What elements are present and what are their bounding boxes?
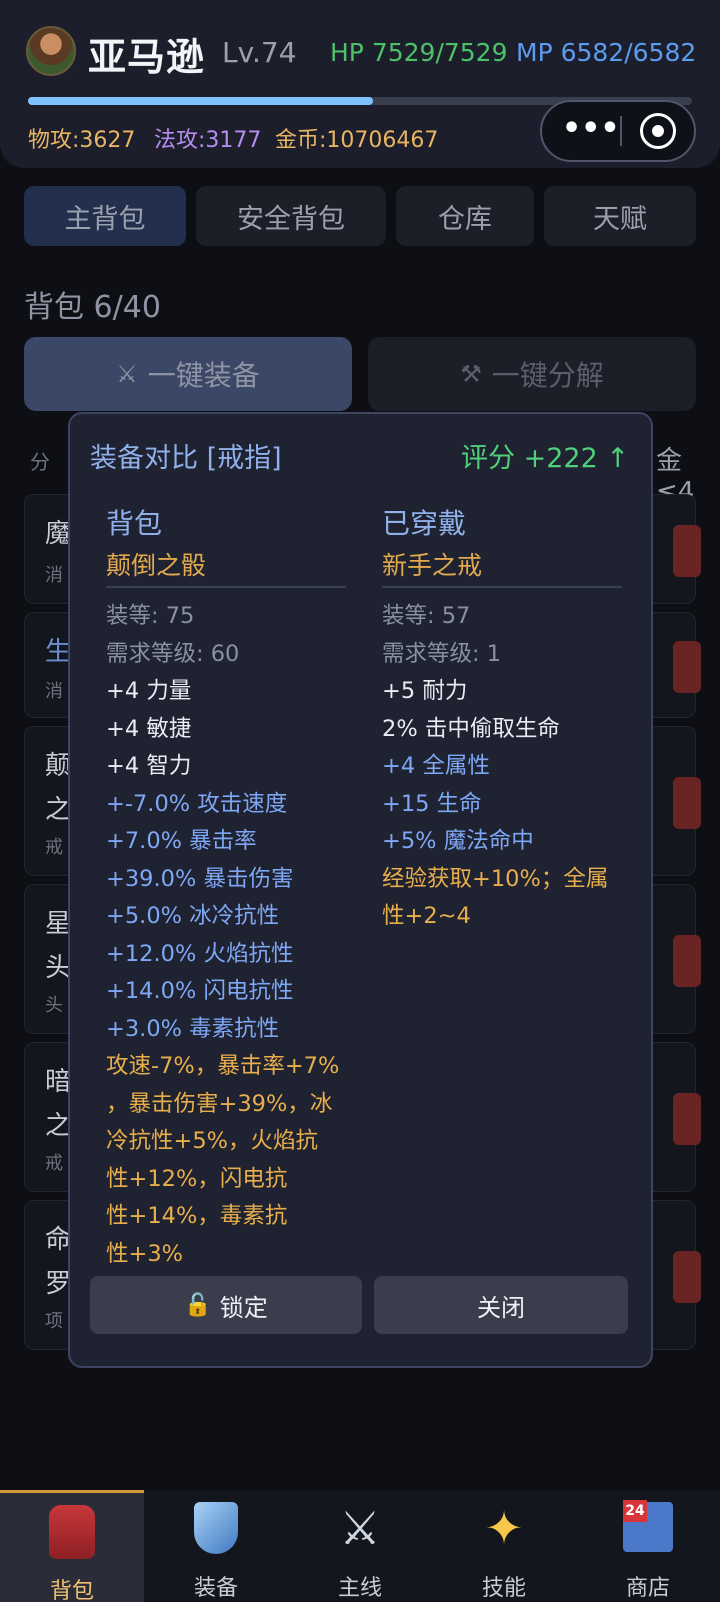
stat-line: +5% 魔法命中: [382, 828, 534, 854]
tab-safe-bag[interactable]: 安全背包: [196, 186, 386, 246]
stat-line: +4 智力: [106, 753, 192, 779]
magic-attack-stat: 法攻:3177: [154, 128, 262, 153]
item-type: 消: [45, 565, 63, 586]
stat-line: +5 耐力: [382, 678, 468, 704]
nav-item-shop[interactable]: 商店: [576, 1490, 720, 1602]
stat-line: 需求等级: 1: [382, 640, 502, 667]
stat-line: +15 生命: [382, 790, 482, 817]
dismantle-all-button[interactable]: ⚒ 一键分解: [368, 337, 696, 411]
player-level: Lv.74: [222, 36, 297, 69]
bag-item-column: 背包 颠倒之骰 装等: 75 需求等级: 60 +4 力量 +4 敏捷 +4 智力 +-7…: [106, 502, 346, 1273]
item-type: 戒: [45, 1153, 63, 1174]
stat-line: 冷抗性+5%，火焰抗: [106, 1128, 319, 1154]
player-name: 亚马逊: [88, 35, 206, 79]
nav-label: 主线: [337, 1576, 382, 1601]
stat-line: +7.0% 暴击率: [106, 828, 257, 854]
score-delta: 评分 +222 ↑: [461, 443, 629, 474]
stat-line: 装等: 57: [382, 603, 471, 629]
equipped-item-column: 已穿戴 新手之戒 装等: 57 需求等级: 1 +5 耐力 2% 击中偷取生命 +4 全…: [382, 502, 622, 936]
shield-icon: [194, 1502, 238, 1554]
equipped-item-name: 新手之戒: [382, 551, 483, 580]
lock-label: 锁定: [219, 1293, 268, 1322]
item-type: 戒: [45, 837, 63, 858]
item-action-button[interactable]: [673, 777, 701, 829]
stat-line: 攻速-7%，暴击率+7%: [106, 1053, 340, 1079]
tab-main-bag[interactable]: 主背包: [24, 186, 186, 246]
stat-line: +39.0% 暴击伤害: [106, 865, 294, 892]
item-type: 项: [45, 1311, 63, 1332]
nav-label: 装备: [193, 1576, 238, 1601]
tab-warehouse[interactable]: 仓库: [396, 186, 534, 246]
nav-label: 背包: [49, 1579, 94, 1602]
stat-line: 2% 击中偷取生命: [382, 715, 560, 742]
miniapp-capsule: •••: [540, 100, 696, 162]
shop-icon: [623, 1500, 673, 1552]
item-action-button[interactable]: [673, 1251, 701, 1303]
equipment-compare-modal: 装备对比 [戒指] 评分 +222 ↑ 背包 颠倒之骰 装等: 75 需求等级: …: [68, 412, 653, 1368]
item-action-button[interactable]: [673, 1093, 701, 1145]
divider: [106, 586, 346, 588]
nav-item-equipment[interactable]: 装备: [144, 1490, 288, 1602]
stat-line: ，暴击伤害+39%，冰: [106, 1090, 333, 1117]
stat-line: 性+14%，毒素抗: [106, 1203, 288, 1229]
nav-item-skills[interactable]: ✦ 技能: [432, 1490, 576, 1602]
divider: [382, 586, 622, 588]
nav-item-main-quest[interactable]: ⚔ 主线: [288, 1490, 432, 1602]
backpack-icon: [49, 1505, 95, 1559]
bag-item-stats: 装等: 75 需求等级: 60 +4 力量 +4 敏捷 +4 智力 +-7.0% 攻击速度…: [106, 598, 346, 1273]
target-icon[interactable]: [640, 113, 676, 149]
exp-bar-fill: [28, 97, 374, 105]
bag-column-heading: 背包: [106, 507, 163, 540]
equip-all-button[interactable]: ⚔ 一键装备: [24, 337, 352, 411]
player-header: 亚马逊 Lv.74 HP 7529/7529 MP 6582/6582 物攻:3…: [0, 0, 720, 168]
physical-attack-stat: 物攻:3627: [28, 128, 136, 153]
equipped-column-heading: 已穿戴: [382, 507, 467, 540]
lock-button[interactable]: 🔓 锁定: [90, 1276, 362, 1334]
mp-readout: MP 6582/6582: [516, 38, 697, 67]
stat-line: 经验获取+10%；全属: [382, 865, 609, 892]
item-type: 消: [45, 681, 63, 702]
stat-line: +4 敏捷: [106, 715, 192, 742]
nav-label: 商店: [625, 1576, 670, 1601]
item-type: 头: [45, 995, 63, 1016]
crossed-swords-icon: ⚔: [339, 1501, 381, 1555]
lock-icon: 🔓: [184, 1292, 212, 1318]
stat-line: 装等: 75: [106, 603, 195, 629]
stat-line: +-7.0% 攻击速度: [106, 790, 288, 817]
nav-item-bag[interactable]: 背包: [0, 1490, 144, 1602]
stat-line: +4 全属性: [382, 753, 490, 779]
sparkles-icon: ✦: [484, 1501, 524, 1555]
bag-item-name: 颠倒之骰: [106, 551, 207, 580]
capsule-divider: [620, 116, 622, 146]
tab-talent[interactable]: 天赋: [544, 186, 696, 246]
stat-line: +4 力量: [106, 678, 192, 704]
gold-stat: 金币:10706467: [275, 128, 439, 153]
dismantle-all-label: 一键分解: [491, 359, 604, 392]
item-action-button[interactable]: [673, 935, 701, 987]
stat-line: 需求等级: 60: [106, 640, 240, 667]
stat-line: 性+12%，闪电抗: [106, 1165, 288, 1192]
hp-readout: HP 7529/7529: [330, 38, 508, 67]
stat-line: +12.0% 火焰抗性: [106, 940, 294, 967]
modal-title: 装备对比 [戒指]: [90, 443, 282, 474]
bottom-nav: 背包 装备 ⚔ 主线 ✦ 技能 商店: [0, 1490, 720, 1602]
equip-all-label: 一键装备: [147, 359, 260, 392]
filter-left-label[interactable]: 分: [30, 446, 50, 475]
stat-line: +3.0% 毒素抗性: [106, 1015, 280, 1042]
equipped-item-stats: 装等: 57 需求等级: 1 +5 耐力 2% 击中偷取生命 +4 全属性 +15 生命 +…: [382, 598, 622, 936]
bag-capacity-title: 背包 6/40: [24, 290, 161, 325]
hammer-icon: ⚒: [460, 360, 482, 388]
crossed-swords-icon: ⚔: [116, 360, 138, 388]
more-dots-icon[interactable]: •••: [562, 112, 620, 150]
stat-line: 性+3%: [106, 1240, 184, 1267]
stat-line: +14.0% 闪电抗性: [106, 978, 294, 1004]
item-action-button[interactable]: [673, 641, 701, 693]
item-action-button[interactable]: [673, 525, 701, 577]
close-button[interactable]: 关闭: [374, 1276, 628, 1334]
nav-label: 技能: [481, 1576, 526, 1601]
stat-line: 性+2~4: [382, 903, 471, 929]
avatar[interactable]: [26, 26, 76, 76]
stat-line: +5.0% 冰冷抗性: [106, 903, 280, 929]
